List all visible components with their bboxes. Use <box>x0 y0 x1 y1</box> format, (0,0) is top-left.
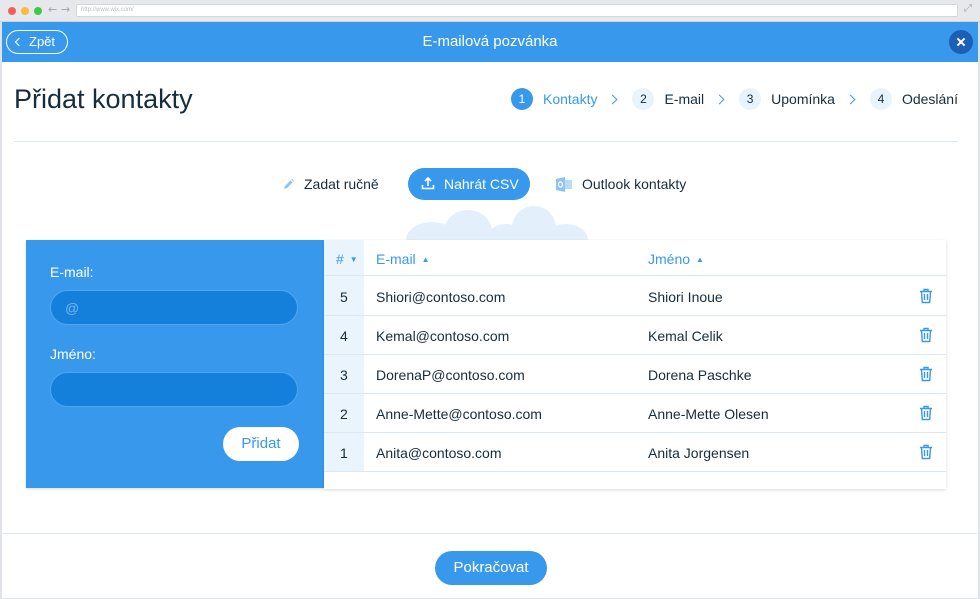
name-field[interactable] <box>50 372 298 407</box>
row-name: Dorena Paschke <box>648 367 752 383</box>
step-number: 3 <box>739 88 762 110</box>
step-number: 2 <box>632 88 655 110</box>
row-email: Anne-Mette@contoso.com <box>376 406 542 422</box>
chevron-right-icon <box>714 94 725 104</box>
dialog-title: E-mailová pozvánka <box>422 33 558 50</box>
row-name: Anita Jorgensen <box>648 445 750 461</box>
page-title: Přidat kontakty <box>14 84 193 114</box>
row-email: Kemal@contoso.com <box>376 328 510 344</box>
email-label: E-mail: <box>50 264 94 280</box>
sort-by-email[interactable]: E-mail ▲ <box>376 240 430 276</box>
row-number: 4 <box>340 328 348 344</box>
table-row: 4 Kemal@contoso.com Kemal Celik <box>324 316 946 355</box>
sort-by-name[interactable]: Jméno ▲ <box>648 240 704 276</box>
import-methods: Zadat ručně Nahrát CSV Outlook kontakty <box>2 168 978 200</box>
chevron-right-icon <box>845 94 856 104</box>
outlook-contacts-label: Outlook kontakty <box>582 176 687 192</box>
pencil-icon <box>284 179 294 190</box>
trash-icon[interactable] <box>919 444 933 460</box>
step-label: E-mail <box>664 91 705 107</box>
row-number: 5 <box>340 289 348 305</box>
expand-icon[interactable]: ⤢ <box>964 3 972 14</box>
address-bar[interactable]: http://www.wix.com/ <box>76 4 958 17</box>
table-row: 1 Anita@contoso.com Anita Jorgensen <box>324 433 946 472</box>
row-number: 3 <box>340 367 348 383</box>
row-email: Shiori@contoso.com <box>376 289 506 305</box>
browser-chrome: ← → http://www.wix.com/ ⤢ <box>0 0 980 22</box>
table-header: # ▼ E-mail ▲ Jméno ▲ <box>324 240 946 276</box>
header-divider <box>14 141 958 142</box>
continue-button[interactable]: Pokračovat <box>435 551 547 585</box>
add-contact-button[interactable]: Přidat <box>223 427 299 461</box>
upload-csv-button[interactable]: Nahrát CSV <box>408 168 530 200</box>
window-maximize-dot[interactable] <box>34 7 42 15</box>
row-name: Kemal Celik <box>648 328 723 344</box>
sort-asc-icon: ▲ <box>696 255 704 264</box>
trash-icon[interactable] <box>919 405 933 421</box>
step-label: Upomínka <box>771 91 835 107</box>
row-email: DorenaP@contoso.com <box>376 367 525 383</box>
table-row: 2 Anne-Mette@contoso.com Anne-Mette Oles… <box>324 394 946 433</box>
trash-icon[interactable] <box>919 288 933 304</box>
table-row: 3 DorenaP@contoso.com Dorena Paschke <box>324 355 946 394</box>
header-bar: Zpět E-mailová pozvánka <box>2 22 978 62</box>
row-name: Shiori Inoue <box>648 289 723 305</box>
upload-icon <box>421 176 435 190</box>
step-number: 4 <box>869 88 892 110</box>
step-label: Kontakty <box>542 91 598 107</box>
app-window: Zpět E-mailová pozvánka Přidat kontakty … <box>2 22 978 598</box>
wizard-steps: 1 Kontakty 2 E-mail 3 Upomínka 4 Odeslán… <box>510 88 958 110</box>
chevron-right-icon <box>608 94 618 104</box>
step-number: 1 <box>510 88 533 110</box>
manual-entry-button[interactable]: Zadat ručně <box>282 168 379 200</box>
sort-by-number[interactable]: # ▼ <box>336 240 358 276</box>
row-name: Anne-Mette Olesen <box>648 406 769 422</box>
contacts-table: # ▼ E-mail ▲ Jméno ▲ 5 Shiori@contoso.com S… <box>324 240 946 489</box>
trash-icon[interactable] <box>919 327 933 343</box>
row-email: Anita@contoso.com <box>376 445 502 461</box>
footer-divider <box>2 533 978 534</box>
browser-back-icon[interactable]: ← <box>48 3 57 16</box>
window-minimize-dot[interactable] <box>21 7 29 15</box>
window-close-dot[interactable] <box>8 7 16 15</box>
step-odeslani[interactable]: 4 Odeslání <box>869 88 958 110</box>
trash-icon[interactable] <box>919 366 933 382</box>
outlook-icon <box>556 176 572 192</box>
row-number: 1 <box>340 445 348 461</box>
step-kontakty[interactable]: 1 Kontakty <box>510 88 598 110</box>
browser-forward-icon[interactable]: → <box>61 3 70 16</box>
close-button[interactable] <box>949 30 973 54</box>
row-number: 2 <box>340 406 348 422</box>
name-label: Jméno: <box>50 346 96 362</box>
sort-desc-icon: ▼ <box>349 255 358 264</box>
email-field[interactable] <box>50 290 298 325</box>
upload-csv-label: Nahrát CSV <box>444 176 519 192</box>
step-email[interactable]: 2 E-mail <box>632 88 704 110</box>
step-label: Odeslání <box>901 91 958 107</box>
manual-entry-label: Zadat ručně <box>304 176 379 192</box>
add-contact-panel: E-mail: Jméno: Přidat <box>26 240 324 488</box>
sort-asc-icon: ▲ <box>421 255 430 264</box>
table-row: 5 Shiori@contoso.com Shiori Inoue <box>324 277 946 316</box>
step-upominka[interactable]: 3 Upomínka <box>739 88 835 110</box>
outlook-contacts-button[interactable]: Outlook kontakty <box>556 168 686 200</box>
